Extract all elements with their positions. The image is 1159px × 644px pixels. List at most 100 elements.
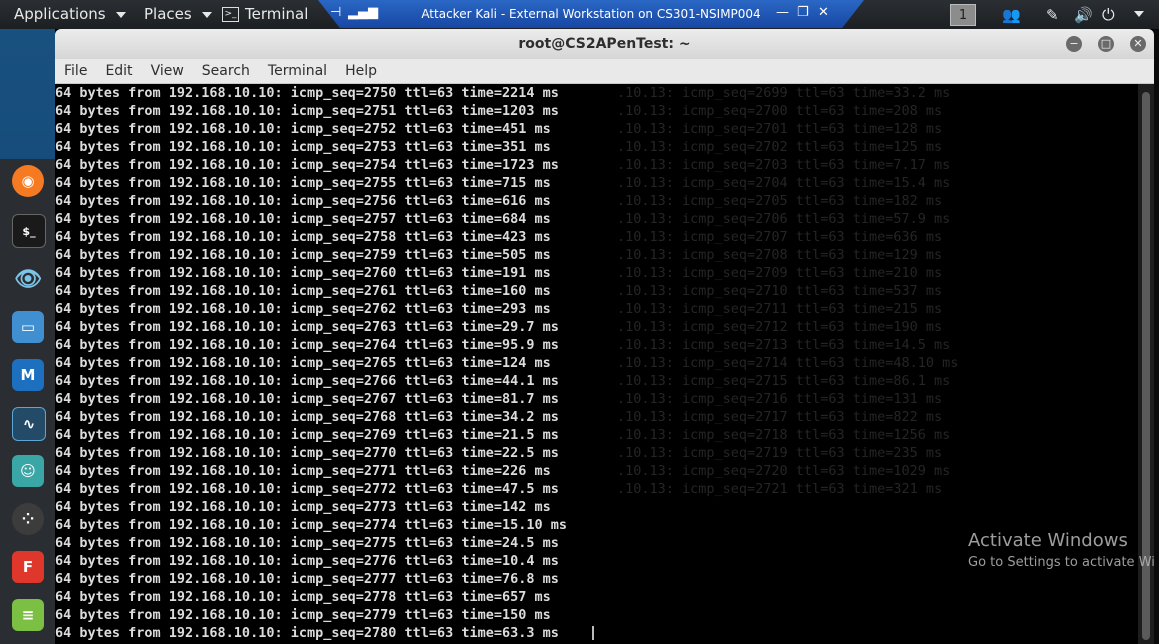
- output-line: 64 bytes from 192.168.10.10: icmp_seq=27…: [55, 103, 559, 119]
- output-line: 64 bytes from 192.168.10.10: icmp_seq=27…: [55, 247, 551, 263]
- close-icon[interactable]: ✕: [818, 5, 829, 20]
- output-line: 64 bytes from 192.168.10.10: icmp_seq=27…: [55, 157, 559, 173]
- output-lines: 64 bytes from 192.168.10.10: icmp_seq=27…: [55, 84, 567, 642]
- chevron-down-icon[interactable]: [1134, 11, 1144, 17]
- menu-bar: File Edit View Search Terminal Help: [55, 59, 1154, 84]
- cherrytree-icon[interactable]: ⁘: [12, 503, 44, 535]
- window-title-bar[interactable]: root@CS2APenTest: ~ − □ ✕: [55, 29, 1154, 59]
- output-line: 64 bytes from 192.168.10.10: icmp_seq=27…: [55, 427, 559, 443]
- ghost-line: .10.13: icmp_seq=2705 ttl=63 time=182 ms: [617, 193, 943, 209]
- ghost-line: .10.13: icmp_seq=2711 ttl=63 time=215 ms: [617, 301, 943, 317]
- output-line: 64 bytes from 192.168.10.10: icmp_seq=27…: [55, 229, 551, 245]
- ghost-line: .10.13: icmp_seq=2713 ttl=63 time=14.5 m…: [617, 337, 951, 353]
- output-line: 64 bytes from 192.168.10.10: icmp_seq=27…: [55, 571, 559, 587]
- armitage-icon[interactable]: ∿: [12, 407, 46, 441]
- ghost-line: .10.13: icmp_seq=2712 ttl=63 time=190 ms: [617, 319, 943, 335]
- ghost-line: .10.13: icmp_seq=2720 ttl=63 time=1029 m…: [617, 463, 951, 479]
- files-icon[interactable]: ▭: [12, 311, 44, 343]
- volume-icon[interactable]: 🔊: [1074, 6, 1093, 24]
- maltego-icon[interactable]: ☺: [12, 455, 44, 487]
- output-line: 64 bytes from 192.168.10.10: icmp_seq=27…: [55, 589, 551, 605]
- ghost-line: .10.13: icmp_seq=2704 ttl=63 time=15.4 m…: [617, 175, 951, 191]
- chevron-down-icon: [201, 11, 212, 18]
- output-line: 64 bytes from 192.168.10.10: icmp_seq=27…: [55, 517, 568, 533]
- ghost-line: .10.13: icmp_seq=2699 ttl=63 time=33.2 m…: [617, 85, 951, 101]
- output-line: 64 bytes from 192.168.10.10: icmp_seq=27…: [55, 355, 551, 371]
- output-line: 64 bytes from 192.168.10.10: icmp_seq=27…: [55, 337, 559, 353]
- ghost-line: .10.13: icmp_seq=2719 ttl=63 time=235 ms: [617, 445, 943, 461]
- output-line: 64 bytes from 192.168.10.10: icmp_seq=27…: [55, 535, 559, 551]
- menu-search[interactable]: Search: [193, 63, 259, 79]
- ghost-line: .10.13: icmp_seq=2715 ttl=63 time=86.1 m…: [617, 373, 951, 389]
- menu-help[interactable]: Help: [336, 63, 386, 79]
- terminal-taskbar-item[interactable]: >_ Terminal: [222, 0, 308, 29]
- menu-view[interactable]: View: [142, 63, 193, 79]
- output-line: 64 bytes from 192.168.10.10: icmp_seq=27…: [55, 283, 551, 299]
- output-line: 64 bytes from 192.168.10.10: icmp_seq=27…: [55, 211, 551, 227]
- tool-icon[interactable]: ✎: [1046, 6, 1059, 24]
- output-line: 64 bytes from 192.168.10.10: icmp_seq=27…: [55, 265, 551, 281]
- maximize-button[interactable]: □: [1098, 36, 1114, 52]
- rdp-connection-bar: ⊣ ▂▄▆ Attacker Kali - External Workstati…: [318, 0, 864, 28]
- output-line: 64 bytes from 192.168.10.10: icmp_seq=27…: [55, 139, 551, 155]
- chevron-down-icon: [115, 11, 126, 18]
- output-line: 64 bytes from 192.168.10.10: icmp_seq=27…: [55, 607, 551, 623]
- terminal-label: Terminal: [245, 5, 309, 23]
- menu-edit[interactable]: Edit: [96, 63, 141, 79]
- firefox-icon[interactable]: ◉: [12, 165, 44, 197]
- ghost-line: .10.13: icmp_seq=2717 ttl=63 time=822 ms: [617, 409, 943, 425]
- terminal-app-icon[interactable]: $_: [12, 214, 46, 248]
- ghost-line: .10.13: icmp_seq=2710 ttl=63 time=537 ms: [617, 283, 943, 299]
- burpsuite-icon[interactable]: F: [12, 551, 44, 583]
- users-icon[interactable]: 👥: [1002, 6, 1021, 24]
- output-line: 64 bytes from 192.168.10.10: icmp_seq=27…: [55, 193, 551, 209]
- output-line: 64 bytes from 192.168.10.10: icmp_seq=27…: [55, 445, 559, 461]
- output-line: 64 bytes from 192.168.10.10: icmp_seq=27…: [55, 553, 559, 569]
- output-line: 64 bytes from 192.168.10.10: icmp_seq=27…: [55, 85, 559, 101]
- workspace-indicator[interactable]: 1: [950, 4, 976, 26]
- ghost-line: .10.13: icmp_seq=2707 ttl=63 time=636 ms: [617, 229, 943, 245]
- dock: ◉ $_ 👁 ▭ M ∿ ☺ ⁘ F ≡: [0, 29, 55, 644]
- dock-panel: ◉ $_ 👁 ▭ M ∿ ☺ ⁘ F ≡: [0, 159, 55, 644]
- leafpad-icon[interactable]: ≡: [12, 599, 44, 631]
- ghost-line: .10.13: icmp_seq=2706 ttl=63 time=57.9 m…: [617, 211, 951, 227]
- ghost-line: .10.13: icmp_seq=2708 ttl=63 time=129 ms: [617, 247, 943, 263]
- ghost-line: .10.13: icmp_seq=2703 ttl=63 time=7.17 m…: [617, 157, 951, 173]
- menu-terminal[interactable]: Terminal: [259, 63, 336, 79]
- output-line: 64 bytes from 192.168.10.10: icmp_seq=27…: [55, 481, 559, 497]
- menu-file[interactable]: File: [55, 63, 96, 79]
- metasploit-icon[interactable]: M: [12, 359, 44, 391]
- output-line: 64 bytes from 192.168.10.10: icmp_seq=27…: [55, 319, 559, 335]
- ghost-line: .10.13: icmp_seq=2716 ttl=63 time=131 ms: [617, 391, 943, 407]
- close-button[interactable]: ✕: [1130, 36, 1146, 52]
- eye-icon[interactable]: 👁: [12, 263, 44, 295]
- output-line: 64 bytes from 192.168.10.10: icmp_seq=27…: [55, 463, 551, 479]
- minimize-icon[interactable]: —: [776, 5, 789, 20]
- minimize-button[interactable]: −: [1066, 36, 1082, 52]
- ghost-line: .10.13: icmp_seq=2700 ttl=63 time=208 ms: [617, 103, 943, 119]
- top-panel: Applications Places >_ Terminal ⊣ ▂▄▆ At…: [0, 0, 1159, 29]
- output-line: 64 bytes from 192.168.10.10: icmp_seq=27…: [55, 373, 559, 389]
- applications-menu[interactable]: Applications: [14, 0, 126, 29]
- ghost-line: .10.13: icmp_seq=2718 ttl=63 time=1256 m…: [617, 427, 951, 443]
- ghost-line: .10.13: icmp_seq=2714 ttl=63 time=48.10 …: [617, 355, 959, 371]
- output-line: 64 bytes from 192.168.10.10: icmp_seq=27…: [55, 409, 559, 425]
- places-menu[interactable]: Places: [144, 0, 212, 29]
- restore-icon[interactable]: ❐: [797, 5, 809, 20]
- output-line: 64 bytes from 192.168.10.10: icmp_seq=27…: [55, 301, 551, 317]
- ghost-line: .10.13: icmp_seq=2709 ttl=63 time=210 ms: [617, 265, 943, 281]
- watermark-subtitle: Go to Settings to activate Wi: [968, 555, 1155, 570]
- output-line: 64 bytes from 192.168.10.10: icmp_seq=27…: [55, 499, 551, 515]
- activation-watermark: Activate Windows Go to Settings to activ…: [968, 530, 1155, 570]
- places-label: Places: [144, 5, 192, 23]
- output-line: 64 bytes from 192.168.10.10: icmp_seq=27…: [55, 391, 559, 407]
- terminal-small-icon: >_: [222, 7, 239, 22]
- window-title: root@CS2APenTest: ~: [518, 36, 691, 52]
- ghost-line: .10.13: icmp_seq=2721 ttl=63 time=321 ms: [617, 481, 943, 497]
- power-icon[interactable]: ⏻: [1102, 5, 1115, 25]
- output-line: 64 bytes from 192.168.10.10: icmp_seq=27…: [55, 121, 551, 137]
- output-line: 64 bytes from 192.168.10.10: icmp_seq=27…: [55, 175, 551, 191]
- ghost-output: .10.13: icmp_seq=2699 ttl=63 time=33.2 m…: [617, 84, 958, 498]
- applications-label: Applications: [14, 5, 106, 23]
- ghost-line: .10.13: icmp_seq=2702 ttl=63 time=125 ms: [617, 139, 943, 155]
